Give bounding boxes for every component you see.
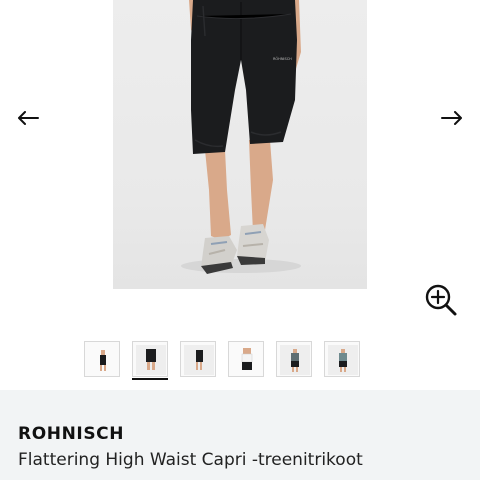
arrow-left-icon [18,111,39,125]
thumbnail[interactable] [84,341,120,377]
thumbnail[interactable] [228,341,264,377]
product-gallery: RÖHNISCH [0,0,480,390]
brand-name[interactable]: ROHNISCH [18,424,124,444]
svg-text:RÖHNISCH: RÖHNISCH [273,56,292,61]
next-image-button[interactable] [440,106,464,130]
zoom-button[interactable] [424,283,458,317]
thumbnail[interactable] [324,341,360,377]
product-title: Flattering High Waist Capri -treenitriko… [18,450,363,470]
arrow-right-icon [441,111,462,125]
prev-image-button[interactable] [16,106,40,130]
thumbnail-strip [84,341,360,380]
thumbnail[interactable] [180,341,216,377]
thumbnail-active[interactable] [132,341,168,380]
product-main-image[interactable]: RÖHNISCH [113,0,367,289]
thumbnail[interactable] [276,341,312,377]
zoom-in-icon [425,284,457,316]
